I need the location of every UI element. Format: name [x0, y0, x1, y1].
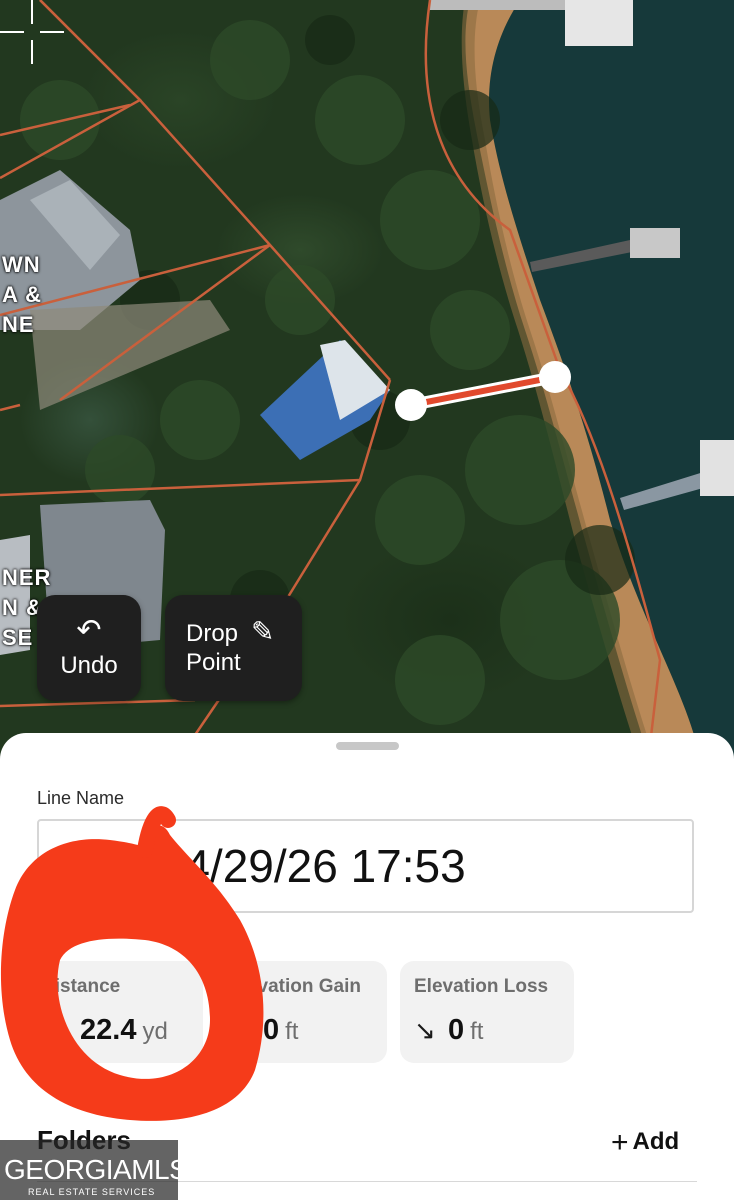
line-details-sheet: Line Name Distance ↔ 22.4yd Elevation Ga…	[0, 733, 734, 1200]
undo-button[interactable]: ↶ Undo	[37, 595, 141, 701]
undo-label: Undo	[60, 652, 118, 679]
distance-stat: Distance ↔ 22.4 yd	[27, 961, 203, 1063]
stat-unit: yd	[142, 1018, 168, 1045]
up-right-arrow-icon: ↗	[229, 1015, 251, 1045]
down-right-arrow-icon: ↘	[414, 1015, 436, 1045]
plus-icon: +	[611, 1126, 629, 1159]
line-name-label: Line Name	[37, 788, 125, 808]
undo-arrow-icon: ↶	[76, 614, 102, 647]
georgiamls-watermark: GEORGIAMLS REAL ESTATE SERVICES	[0, 1140, 188, 1200]
line-point-start[interactable]	[395, 389, 427, 421]
stat-value: 0 ft	[448, 1014, 484, 1046]
line-point-end[interactable]	[539, 361, 571, 393]
add-label: Add	[632, 1128, 680, 1155]
measure-line	[408, 374, 558, 408]
watermark-subtext: REAL ESTATE SERVICES	[28, 1187, 156, 1197]
stat-unit: ft	[285, 1018, 299, 1045]
line-name-input[interactable]	[59, 841, 669, 891]
stat-unit: ft	[470, 1018, 484, 1045]
stat-value: 0 ft	[263, 1014, 299, 1046]
add-folder-button[interactable]: + Add	[611, 1126, 679, 1160]
drop-point-label: Drop Point	[186, 620, 241, 676]
stat-value: 22.4 yd	[80, 1014, 168, 1046]
horizontal-arrows-icon: ↔	[41, 1015, 67, 1045]
watermark-logo-text: GEORGIAMLS	[4, 1154, 188, 1185]
sheet-drag-handle[interactable]	[336, 742, 399, 750]
parcel-label: WN A & NE	[2, 252, 43, 337]
satellite-map[interactable]: WN A & NE NER N & SE ↶ Undo Drop Point ✎	[0, 0, 734, 760]
crosshair-icon	[0, 0, 64, 64]
line-name-field[interactable]	[37, 819, 694, 913]
elevation-gain-stat: Elevation Gain ↗ 0 ft	[215, 961, 387, 1063]
stat-title: Elevation Loss	[414, 976, 549, 997]
stat-title: Distance	[41, 976, 121, 997]
stat-title: Elevation Gain	[229, 976, 361, 997]
pencil-icon: ✎	[251, 616, 275, 647]
elevation-loss-stat: Elevation Loss ↘ 0 ft	[400, 961, 574, 1063]
drop-point-button[interactable]: Drop Point ✎	[165, 595, 302, 701]
